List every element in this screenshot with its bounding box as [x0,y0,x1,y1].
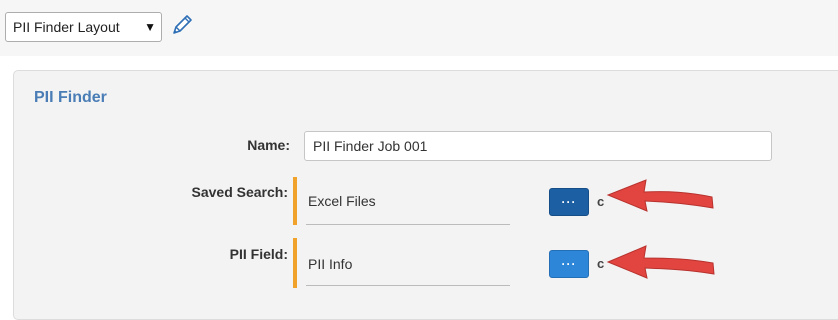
layout-select-dropdown[interactable]: PII Finder Layout ▼ [5,12,162,42]
layout-toolbar: PII Finder Layout ▼ [0,0,838,56]
chevron-down-icon: ▼ [144,20,156,34]
pii-field-underline [306,285,510,286]
name-label: Name: [247,137,290,153]
pii-field-browse-button[interactable]: ··· [549,250,589,278]
saved-search-underline [306,224,510,225]
required-indicator [293,177,297,225]
annotation-arrow-icon [606,245,715,279]
saved-search-label: Saved Search: [191,184,289,200]
layout-select-label: PII Finder Layout [13,19,120,35]
name-input[interactable] [304,131,772,161]
saved-search-value: Excel Files [308,193,376,209]
annotation-arrow-icon [606,179,714,212]
required-indicator [293,238,297,288]
pii-field-value: PII Info [308,256,353,272]
panel-title: PII Finder [34,89,107,106]
pencil-icon[interactable] [169,12,193,38]
saved-search-browse-button[interactable]: ··· [549,188,589,216]
pii-field-label: PII Field: [229,246,288,262]
